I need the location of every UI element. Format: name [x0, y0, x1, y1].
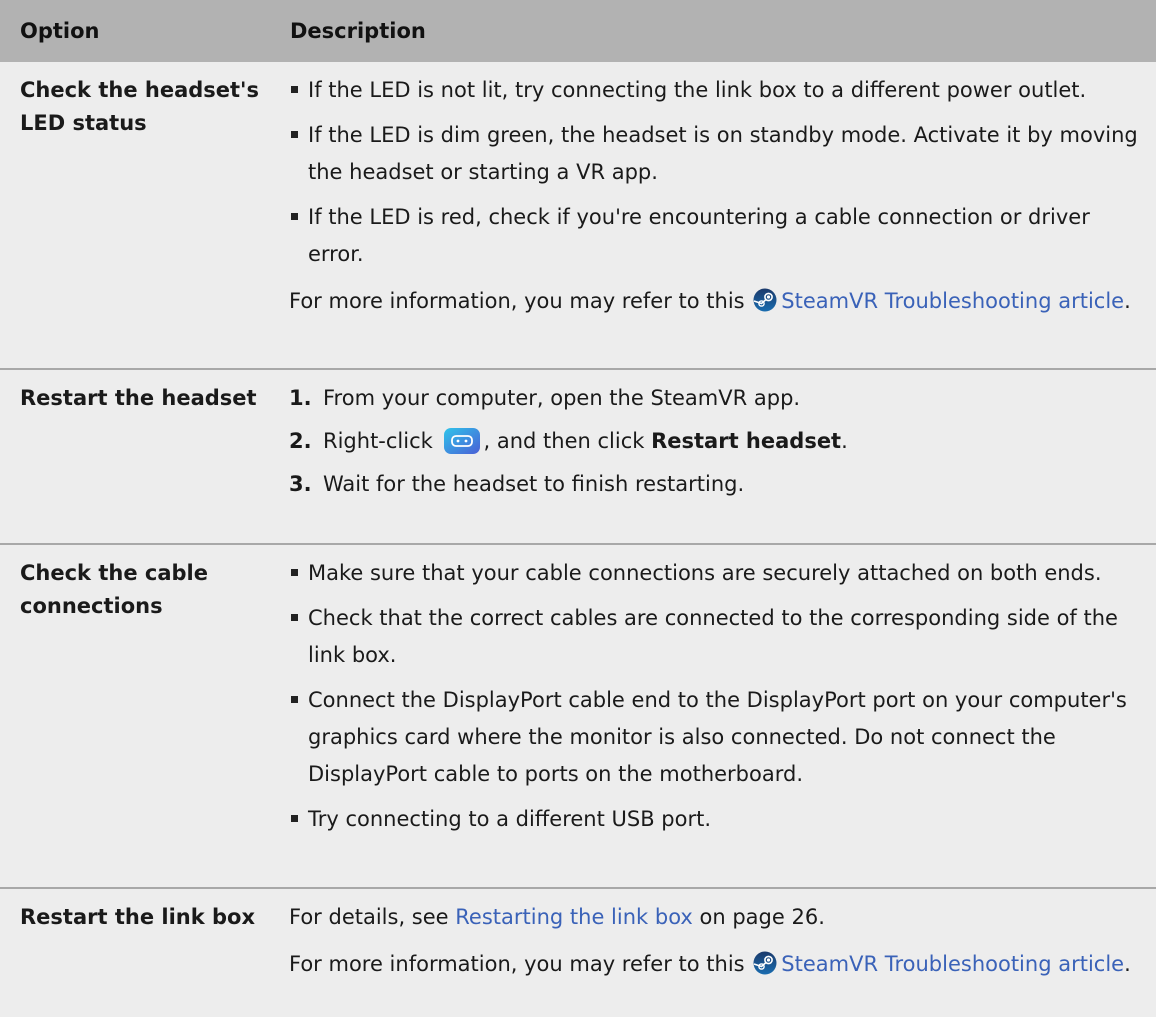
table-row: Check the headset's LED status If the LE… [0, 62, 1156, 369]
option-restart-link-box: Restart the link box [20, 905, 255, 929]
bullet-icon [291, 696, 298, 703]
bullet-icon [291, 131, 298, 138]
list-item: 3. Wait for the headset to finish restart… [289, 472, 745, 496]
bullet-icon [291, 213, 298, 220]
list-item: If the LED is red, check if you're encou… [289, 199, 1146, 273]
header-option: Option [0, 0, 270, 62]
steam-logo-icon [753, 951, 777, 975]
list-item: Try connecting to a different USB port. [289, 801, 1146, 838]
option-led-status: Check the headset's LED status [20, 78, 259, 135]
table-row: Restart the link box For details, see Re… [0, 888, 1156, 1017]
more-info-paragraph: For more information, you may refer to t… [289, 951, 1131, 976]
steamvr-troubleshooting-link[interactable]: SteamVR Troubleshooting article [781, 289, 1124, 313]
list-item: Check that the correct cables are connec… [289, 600, 1146, 674]
list-item: If the LED is not lit, try connecting th… [289, 72, 1146, 109]
steam-logo-icon [753, 288, 777, 312]
bullet-list: If the LED is not lit, try connecting th… [289, 72, 1146, 273]
description-cable-connections: Make sure that your cable connections ar… [270, 544, 1156, 888]
details-paragraph: For details, see Restarting the link box… [289, 905, 825, 929]
header-description: Description [270, 0, 1156, 62]
description-led-status: If the LED is not lit, try connecting th… [270, 62, 1156, 369]
bullet-list: Make sure that your cable connections ar… [289, 555, 1146, 838]
troubleshooting-table: Option Description Check the headset's L… [0, 0, 1156, 1017]
table-row: Restart the headset 1. From your computer… [0, 369, 1156, 544]
description-restart-headset: 1. From your computer, open the SteamVR a… [270, 369, 1156, 544]
description-restart-link-box: For details, see Restarting the link box… [270, 888, 1156, 1017]
step-list: 1. From your computer, open the SteamVR a… [289, 380, 1146, 503]
list-item: Make sure that your cable connections ar… [289, 555, 1146, 592]
option-cable-connections: Check the cable connections [20, 561, 208, 618]
list-item: If the LED is dim green, the headset is … [289, 117, 1146, 191]
list-item: 1. From your computer, open the SteamVR a… [289, 386, 801, 410]
more-info-paragraph: For more information, you may refer to t… [289, 288, 1131, 313]
option-restart-headset: Restart the headset [20, 386, 257, 410]
bullet-icon [291, 815, 298, 822]
bullet-icon [291, 614, 298, 621]
table-row: Check the cable connections Make sure th… [0, 544, 1156, 888]
bullet-icon [291, 569, 298, 576]
table-header-row: Option Description [0, 0, 1156, 62]
bullet-icon [291, 86, 298, 93]
headset-status-icon [443, 428, 480, 454]
restarting-link-box-link[interactable]: Restarting the link box [455, 905, 693, 929]
list-item: Connect the DisplayPort cable end to the… [289, 682, 1146, 793]
list-item: 2. Right-click , and then click Restart h… [289, 428, 848, 454]
steamvr-troubleshooting-link[interactable]: SteamVR Troubleshooting article [781, 952, 1124, 976]
